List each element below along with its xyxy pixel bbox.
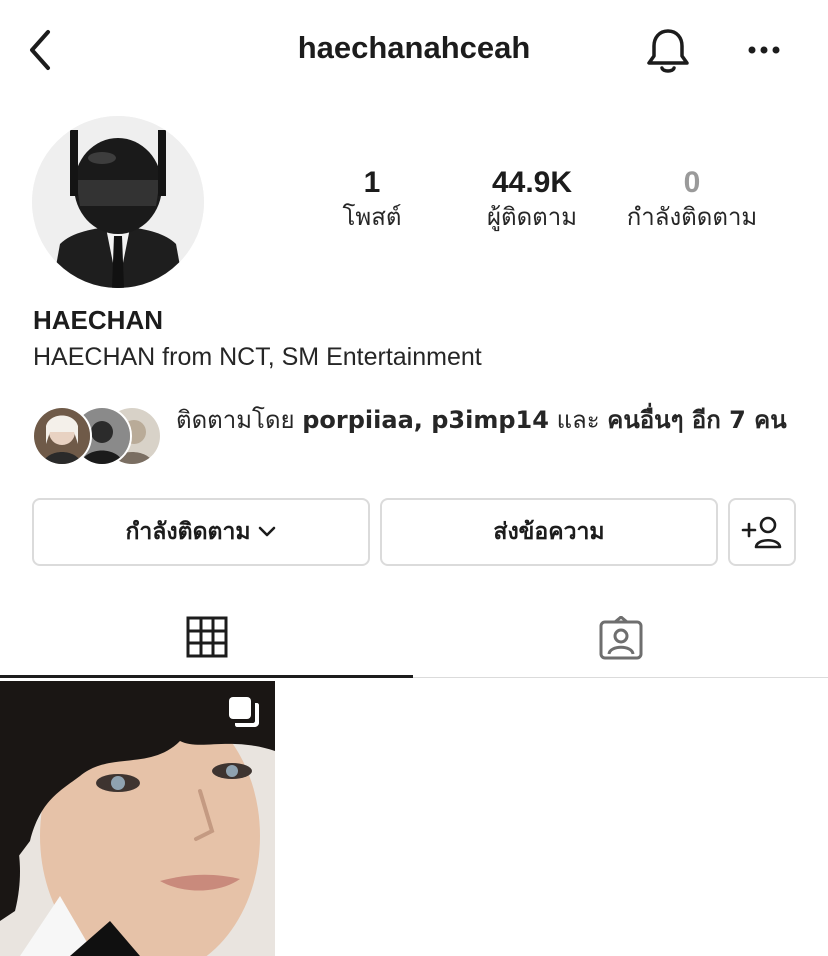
followers-count: 44.9K <box>491 166 573 199</box>
bell-icon <box>647 29 689 73</box>
followers-label: ผู้ติดตาม <box>486 203 578 231</box>
stat-followers[interactable]: 44.9K ผู้ติดตาม <box>462 166 602 234</box>
more-options-button[interactable] <box>742 30 786 70</box>
profile-bio: HAECHAN from NCT, SM Entertainment <box>33 343 482 371</box>
followed-by-and: และ <box>548 406 608 434</box>
message-button[interactable]: ส่งข้อความ <box>380 498 718 566</box>
message-button-label: ส่งข้อความ <box>493 519 605 545</box>
mutual-others-link[interactable]: คนอื่นๆ อีก 7 คน <box>607 406 786 434</box>
profile-avatar[interactable] <box>32 116 204 288</box>
followed-by-separator: , <box>413 406 432 434</box>
tagged-person-icon <box>599 615 642 659</box>
following-count: 0 <box>683 166 701 199</box>
display-name: HAECHAN <box>33 305 163 335</box>
grid-icon <box>186 616 227 657</box>
following-button[interactable]: กำลังติดตาม <box>32 498 370 566</box>
mutual-followers-avatars[interactable] <box>32 406 162 466</box>
followed-by-text[interactable]: ติดตามโดย porpiiaa, p3imp14 และ คนอื่นๆ … <box>176 402 796 438</box>
multiple-photos-icon <box>229 697 259 727</box>
following-label: กำลังติดตาม <box>626 203 758 231</box>
following-button-label: กำลังติดตาม <box>125 519 251 545</box>
posts-count: 1 <box>363 166 381 199</box>
mutual-user-link-2[interactable]: p3imp14 <box>431 406 549 434</box>
mutual-avatar-1 <box>32 406 92 466</box>
stat-following[interactable]: 0 กำลังติดตาม <box>610 166 774 234</box>
stat-posts[interactable]: 1 โพสต์ <box>318 166 426 234</box>
suggest-users-button[interactable] <box>728 498 796 566</box>
profile-username: haechanahceah <box>297 30 531 65</box>
posts-label: โพสต์ <box>342 203 402 231</box>
add-person-icon <box>741 516 782 549</box>
post-thumbnail[interactable] <box>0 681 275 956</box>
followed-by-prefix: ติดตามโดย <box>176 406 303 434</box>
more-horizontal-icon <box>748 46 780 54</box>
tab-tagged[interactable] <box>413 598 828 678</box>
tab-posts-grid[interactable] <box>0 598 413 678</box>
chevron-down-icon <box>258 526 275 537</box>
helmet-avatar-image <box>32 116 204 288</box>
notifications-button[interactable] <box>644 26 692 76</box>
mutual-user-link-1[interactable]: porpiiaa <box>302 406 414 434</box>
